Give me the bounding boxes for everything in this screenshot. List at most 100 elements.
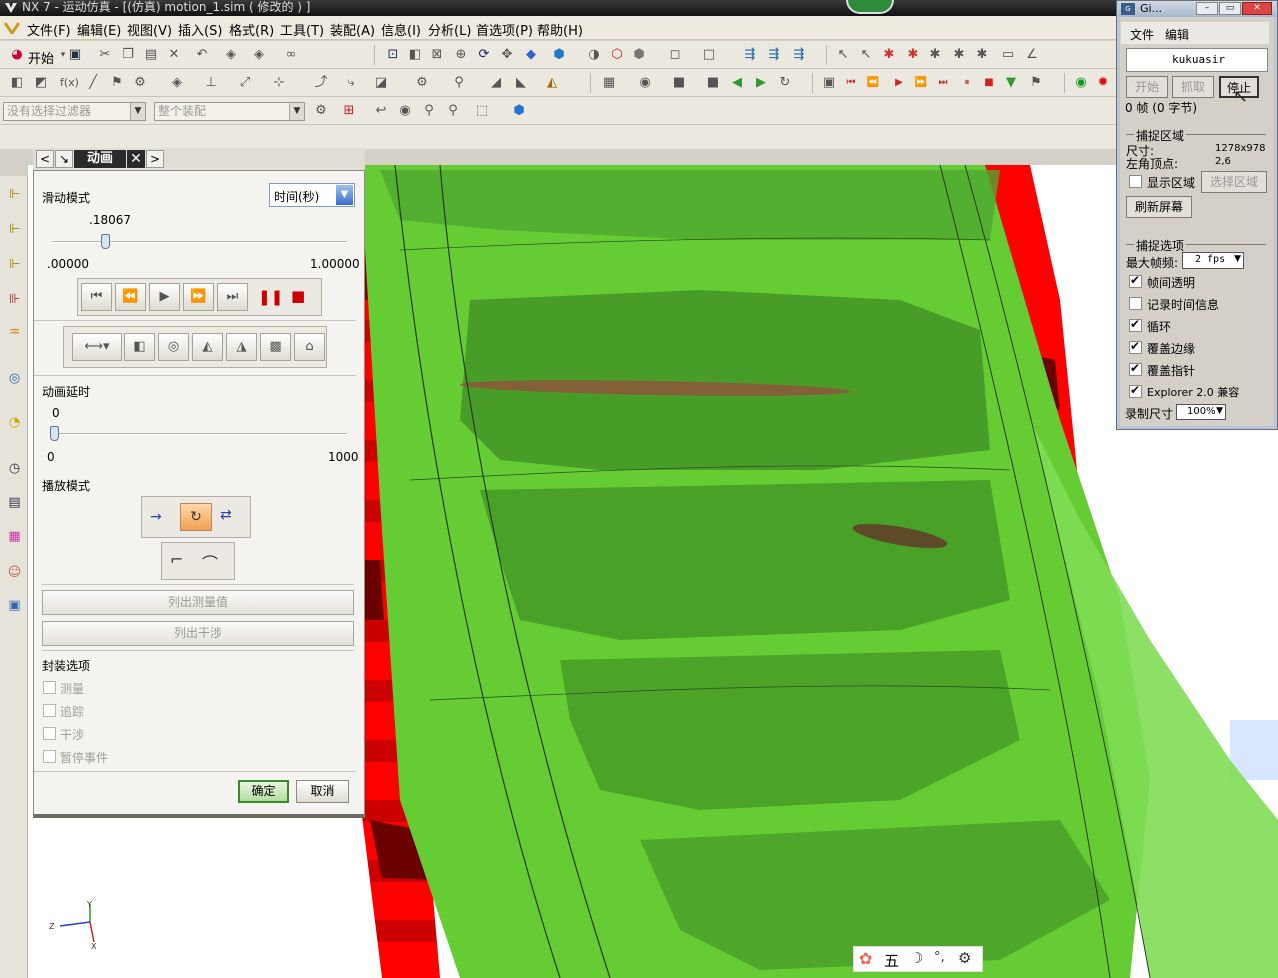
constraint-navigator-icon[interactable]: ⊪: [5, 289, 24, 311]
orient-icon[interactable]: ⇶: [790, 46, 808, 64]
gear-icon[interactable]: ⚙: [413, 74, 431, 92]
zoom-window-icon[interactable]: ◧: [406, 46, 424, 64]
selection-filter-select[interactable]: 没有选择过滤器 ▼: [3, 102, 146, 121]
menu-file[interactable]: 文件(F): [27, 20, 71, 39]
moon-icon[interactable]: ☽: [910, 949, 923, 967]
joint-icon[interactable]: ⚙: [131, 74, 149, 92]
gif-transparent-checkbox[interactable]: [1129, 273, 1142, 288]
stop-icon[interactable]: ■: [980, 74, 998, 92]
stop-button[interactable]: ■: [291, 287, 305, 305]
select-icon[interactable]: ↖: [834, 46, 852, 64]
select-icon[interactable]: ↩: [372, 102, 390, 120]
force-icon[interactable]: ⊥: [202, 74, 220, 92]
play-once-icon[interactable]: →: [150, 509, 162, 525]
menu-view[interactable]: 视图(V): [127, 20, 172, 39]
menu-analysis[interactable]: 分析(L): [428, 20, 471, 39]
ime-input-mode[interactable]: 五: [884, 950, 899, 971]
function-icon[interactable]: f(x): [60, 74, 79, 92]
step-forward-icon[interactable]: ▶: [752, 74, 770, 92]
close-icon[interactable]: ✕: [127, 150, 145, 168]
delay-slider-thumb[interactable]: [50, 426, 59, 441]
select-icon[interactable]: ⚲: [420, 102, 438, 120]
home-button[interactable]: ⌂: [294, 333, 325, 361]
motion-icon[interactable]: ⚲: [450, 74, 468, 92]
gif-timestamp-checkbox[interactable]: [1129, 297, 1142, 310]
glasses-icon[interactable]: ∞: [282, 46, 300, 64]
animation-icon[interactable]: ▣: [820, 74, 838, 92]
play-button[interactable]: ▶: [149, 283, 180, 311]
orient-icon[interactable]: ⇶: [741, 46, 759, 64]
last-frame-button[interactable]: ⏭: [217, 283, 248, 311]
refresh-icon[interactable]: ↻: [776, 74, 794, 92]
export-icon[interactable]: ▼: [1002, 74, 1020, 92]
pause-icon[interactable]: ⏸: [958, 74, 976, 92]
tool-icon[interactable]: ◈: [250, 46, 268, 64]
ok-button[interactable]: 确定: [238, 780, 289, 803]
gif-record-size-select[interactable]: 100% ▼: [1176, 404, 1226, 420]
last-frame-icon[interactable]: ⏭: [934, 74, 952, 92]
gif-cover-pointer-checkbox[interactable]: [1129, 361, 1142, 376]
select-icon[interactable]: ◉: [396, 102, 414, 120]
zoom-in-icon[interactable]: ⊕: [452, 46, 470, 64]
assembly-scope-select[interactable]: 整个装配 ▼: [154, 102, 305, 121]
list-interference-button[interactable]: 列出干涉: [42, 621, 354, 646]
maximize-icon[interactable]: ▭: [1219, 2, 1241, 15]
select-icon[interactable]: ⚲: [444, 102, 462, 120]
color-box-icon[interactable]: □: [700, 46, 718, 64]
force-icon[interactable]: ⤢: [236, 74, 254, 92]
record-green-icon[interactable]: ◉: [1072, 74, 1090, 92]
rectangle-select-icon[interactable]: ⬚: [473, 102, 491, 120]
gif-loop-checkbox[interactable]: [1129, 317, 1142, 332]
motion-icon[interactable]: ◢: [487, 74, 505, 92]
slide-mode-select[interactable]: 时间(秒) ▼: [269, 183, 355, 207]
motion-icon[interactable]: ◣: [512, 74, 530, 92]
navigator-icon[interactable]: ⊩: [5, 184, 24, 206]
motion-icon[interactable]: ⤴: [312, 74, 330, 92]
roles-icon[interactable]: ☺: [5, 562, 24, 584]
analysis-icon[interactable]: ◭: [543, 74, 561, 92]
grid-icon[interactable]: ▦: [600, 74, 618, 92]
joint-icon[interactable]: ⚑: [108, 74, 126, 92]
snap-icon[interactable]: ✱: [904, 46, 922, 64]
undo-icon[interactable]: ↶: [193, 46, 211, 64]
step-back-icon[interactable]: ◀: [728, 74, 746, 92]
step-mode-icon[interactable]: ⌐: [170, 550, 183, 569]
layer-icon[interactable]: ◻: [666, 46, 684, 64]
part-navigator-icon[interactable]: ⊩: [5, 254, 24, 276]
snap-icon[interactable]: ✱: [950, 46, 968, 64]
orient-icon[interactable]: ⇶: [765, 46, 783, 64]
assembly-navigator-icon[interactable]: ⊩: [5, 219, 24, 241]
gif-menu-file[interactable]: 文件: [1130, 26, 1154, 43]
link-icon[interactable]: ╱: [84, 74, 102, 92]
paste-icon[interactable]: ▤: [142, 46, 160, 64]
snap-icon[interactable]: ✱: [973, 46, 991, 64]
select-all-icon[interactable]: ⊞: [340, 102, 358, 120]
system-scene-icon[interactable]: ▣: [5, 595, 24, 617]
motion-icon[interactable]: ⤷: [342, 74, 360, 92]
explode-button[interactable]: ◎: [158, 333, 189, 361]
clock-icon[interactable]: ◷: [5, 458, 24, 480]
list-icon[interactable]: ▤: [5, 492, 24, 514]
pin-icon[interactable]: ↘: [55, 150, 73, 168]
trace-button[interactable]: ◧: [124, 333, 155, 361]
filter-icon[interactable]: ⚙: [312, 102, 330, 120]
measure-dropdown[interactable]: ⟷▾: [72, 333, 122, 361]
list-measurements-button[interactable]: 列出测量值: [42, 590, 354, 615]
link-button[interactable]: ◭: [192, 333, 223, 361]
minimize-icon[interactable]: –: [1196, 2, 1218, 15]
prev-frame-icon[interactable]: ⏪: [864, 74, 882, 92]
section-icon[interactable]: ⬡: [608, 46, 626, 64]
next-frame-icon[interactable]: ⏩: [912, 74, 930, 92]
copy-icon[interactable]: ❐: [119, 46, 137, 64]
menu-format[interactable]: 格式(R): [229, 20, 274, 39]
render-icon[interactable]: ◑: [585, 46, 603, 64]
time-slider-track[interactable]: [52, 241, 347, 243]
close-icon[interactable]: ✕: [1242, 2, 1272, 15]
box-icon[interactable]: ■: [704, 74, 722, 92]
gif-cover-edge-checkbox[interactable]: [1129, 339, 1142, 354]
prev-step-button[interactable]: ⏪: [115, 283, 146, 311]
punctuation-icon[interactable]: °,: [934, 950, 945, 965]
menu-assembly[interactable]: 装配(A): [330, 20, 375, 39]
gif-menu-edit[interactable]: 编辑: [1165, 26, 1189, 43]
delay-slider-track[interactable]: [52, 433, 347, 435]
